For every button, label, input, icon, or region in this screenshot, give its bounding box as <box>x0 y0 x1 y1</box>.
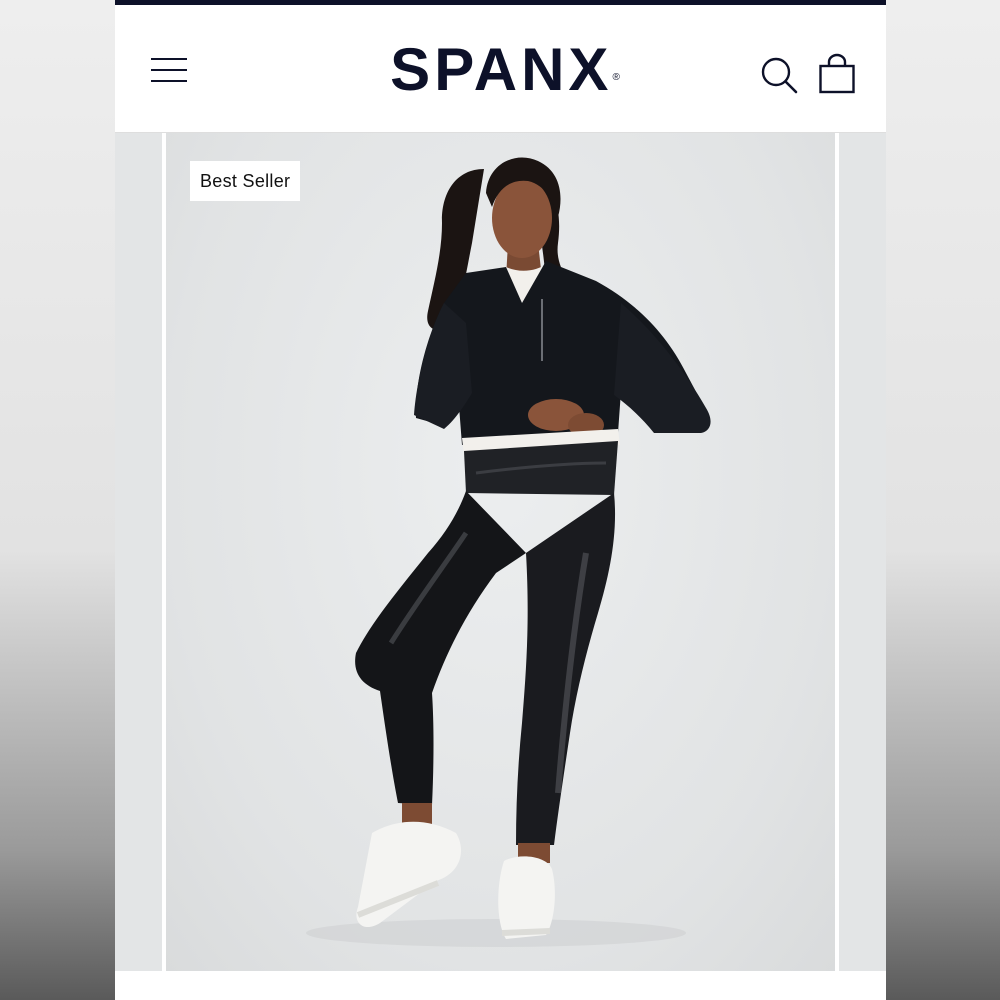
shopping-bag-icon <box>819 53 855 94</box>
below-image-area <box>115 971 886 1000</box>
best-seller-badge: Best Seller <box>190 161 301 201</box>
registered-mark: ® <box>612 72 620 83</box>
brand-logo[interactable]: SPANX® <box>355 35 655 105</box>
search-icon <box>761 57 798 94</box>
product-image[interactable]: Best Seller <box>166 133 835 971</box>
next-slide-peek[interactable] <box>839 133 886 971</box>
menu-line-top <box>151 58 187 60</box>
previous-slide-peek[interactable] <box>115 133 162 971</box>
search-button[interactable] <box>759 55 799 95</box>
product-image-carousel[interactable]: Best Seller <box>115 133 886 971</box>
brand-logo-text: SPANX <box>390 36 613 103</box>
menu-line-middle <box>151 69 187 71</box>
menu-button[interactable] <box>149 52 189 86</box>
model-figure-illustration <box>306 157 711 947</box>
mobile-page: SPANX® Best Seller <box>115 0 886 1000</box>
menu-line-bottom <box>151 80 187 82</box>
site-header: SPANX® <box>115 5 886 133</box>
cart-button[interactable] <box>818 53 856 95</box>
